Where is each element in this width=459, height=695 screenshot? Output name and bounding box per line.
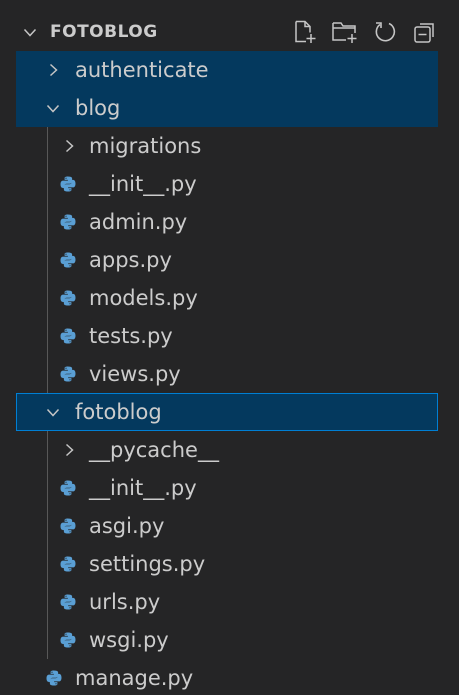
tree-folder-pycache[interactable]: __pycache__: [16, 431, 438, 469]
chevron-down-icon: [45, 404, 61, 420]
python-file-icon: [59, 213, 77, 231]
python-file-icon: [59, 555, 77, 573]
tree-file-manage[interactable]: manage.py: [16, 659, 438, 695]
explorer-title: FOTOBLOG: [50, 22, 158, 42]
file-label: manage.py: [75, 666, 194, 690]
chevron-right-icon: [45, 62, 61, 78]
new-folder-icon[interactable]: [331, 18, 359, 46]
python-file-icon: [59, 365, 77, 383]
python-file-icon: [59, 593, 77, 611]
collapse-all-icon[interactable]: [411, 18, 439, 46]
tree-folder-fotoblog[interactable]: fotoblog: [16, 393, 438, 431]
tree-file-views[interactable]: views.py: [16, 355, 438, 393]
python-file-icon: [45, 669, 63, 687]
tree-folder-authenticate[interactable]: authenticate: [16, 51, 438, 89]
folder-label: blog: [75, 96, 121, 120]
chevron-right-icon: [61, 442, 77, 458]
tree-file-asgi[interactable]: asgi.py: [16, 507, 438, 545]
tree-folder-blog[interactable]: blog: [16, 89, 438, 127]
folder-label: __pycache__: [89, 438, 219, 462]
python-file-icon: [59, 289, 77, 307]
python-file-icon: [59, 327, 77, 345]
tree-file-blog-init[interactable]: __init__.py: [16, 165, 438, 203]
file-label: views.py: [89, 362, 181, 386]
tree-file-models[interactable]: models.py: [16, 279, 438, 317]
file-label: wsgi.py: [89, 628, 169, 652]
explorer-section-header[interactable]: FOTOBLOG: [0, 14, 459, 50]
tree-file-tests[interactable]: tests.py: [16, 317, 438, 355]
python-file-icon: [59, 251, 77, 269]
file-label: apps.py: [89, 248, 172, 272]
tree-file-urls[interactable]: urls.py: [16, 583, 438, 621]
tree-file-fotoblog-init[interactable]: __init__.py: [16, 469, 438, 507]
tree-file-apps[interactable]: apps.py: [16, 241, 438, 279]
tree-file-settings[interactable]: settings.py: [16, 545, 438, 583]
tree-folder-migrations[interactable]: migrations: [16, 127, 438, 165]
tree-file-admin[interactable]: admin.py: [16, 203, 438, 241]
file-label: urls.py: [89, 590, 161, 614]
python-file-icon: [59, 631, 77, 649]
file-label: models.py: [89, 286, 198, 310]
file-label: __init__.py: [89, 172, 197, 196]
python-file-icon: [59, 517, 77, 535]
explorer-actions: [291, 18, 439, 46]
refresh-icon[interactable]: [371, 18, 399, 46]
file-label: admin.py: [89, 210, 188, 234]
chevron-down-icon: [45, 100, 61, 116]
chevron-right-icon: [61, 138, 77, 154]
python-file-icon: [59, 479, 77, 497]
file-label: settings.py: [89, 552, 206, 576]
tree-file-wsgi[interactable]: wsgi.py: [16, 621, 438, 659]
file-label: __init__.py: [89, 476, 197, 500]
chevron-down-icon: [22, 24, 38, 40]
file-label: tests.py: [89, 324, 173, 348]
file-label: asgi.py: [89, 514, 165, 538]
folder-label: authenticate: [75, 58, 209, 82]
new-file-icon[interactable]: [291, 18, 319, 46]
python-file-icon: [59, 175, 77, 193]
folder-label: fotoblog: [75, 400, 162, 424]
folder-label: migrations: [89, 134, 202, 158]
